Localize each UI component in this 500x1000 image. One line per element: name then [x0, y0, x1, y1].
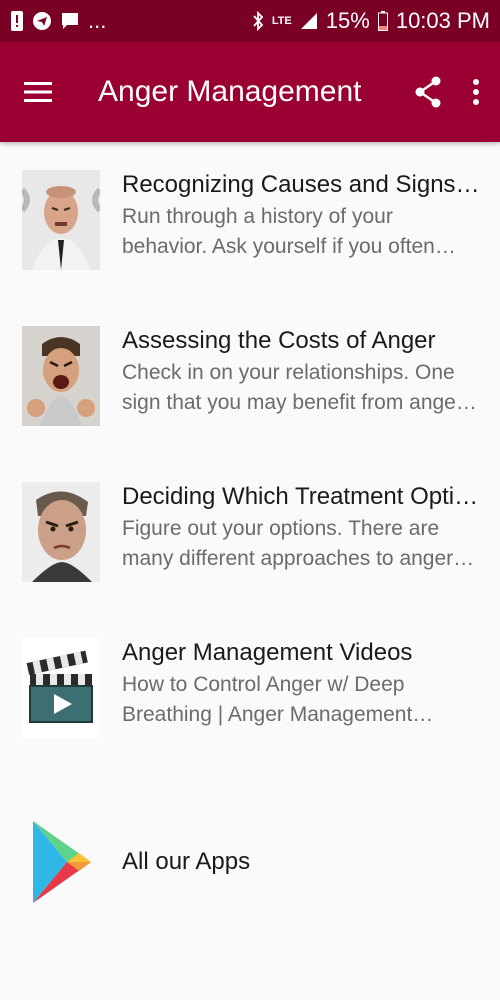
- item-title: Recognizing Causes and Signs of …: [122, 171, 480, 198]
- battery-percent: 15%: [325, 8, 370, 33]
- video-clapperboard-icon: [22, 638, 100, 738]
- status-bar: ... LTE 15% 10:03 PM: [0, 0, 500, 42]
- all-apps-label: All our Apps: [122, 848, 251, 875]
- bluetooth-icon: [252, 11, 264, 31]
- google-play-icon: [22, 812, 100, 912]
- angry-man-steam-thumbnail: [22, 170, 100, 270]
- item-description: Check in on your relationships. One sign…: [122, 361, 463, 414]
- notification-overflow: ...: [88, 8, 107, 33]
- list-item[interactable]: Anger Management Videos How to Control A…: [0, 636, 500, 792]
- item-title: Anger Management Videos: [122, 639, 413, 666]
- app-bar: Anger Management: [0, 42, 500, 142]
- battery-icon: [377, 11, 388, 31]
- alert-notification-icon: [10, 10, 24, 32]
- more-vert-icon[interactable]: [472, 78, 480, 106]
- page-title: Anger Management: [98, 75, 362, 108]
- signal-icon: [300, 12, 318, 30]
- clock: 10:03 PM: [395, 8, 490, 33]
- item-title: Assessing the Costs of Anger: [122, 327, 436, 354]
- screaming-man-thumbnail: [22, 326, 100, 426]
- list-item[interactable]: Deciding Which Treatment Option … Figure…: [0, 480, 500, 636]
- frowning-man-thumbnail: [22, 482, 100, 582]
- item-description: How to Control Anger w/ Deep Breathing |…: [122, 673, 434, 726]
- all-apps-item[interactable]: All our Apps: [0, 802, 500, 922]
- network-type: LTE: [271, 15, 292, 27]
- share-icon[interactable]: [414, 76, 442, 108]
- list-item[interactable]: Assessing the Costs of Anger Check in on…: [0, 324, 500, 480]
- article-list: Recognizing Causes and Signs of … Run th…: [0, 142, 500, 922]
- message-notification-icon: [60, 11, 80, 31]
- telegram-notification-icon: [32, 11, 52, 31]
- hamburger-menu-icon[interactable]: [24, 81, 52, 103]
- item-description: Figure out your options. There are many …: [122, 517, 454, 570]
- item-description: Run through a history of your behavior. …: [122, 205, 435, 258]
- list-item[interactable]: Recognizing Causes and Signs of … Run th…: [0, 168, 500, 324]
- item-title: Deciding Which Treatment Option …: [122, 483, 480, 510]
